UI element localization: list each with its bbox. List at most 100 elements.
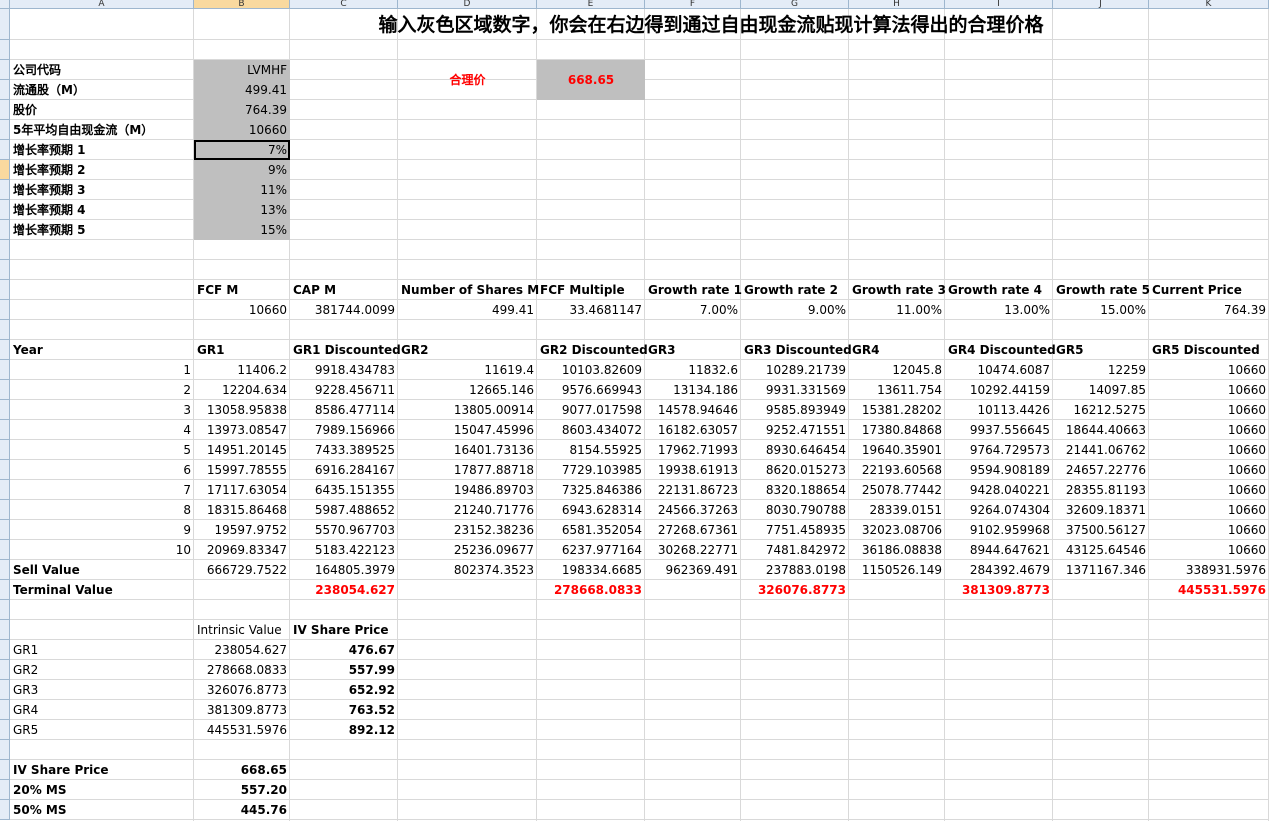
final-label[interactable]: IV Share Price — [10, 760, 194, 780]
table-cell[interactable]: 6 — [10, 460, 194, 480]
iv-row-label[interactable]: GR3 — [10, 680, 194, 700]
iv-value-cell[interactable]: 381309.8773 — [194, 700, 290, 720]
terminal-value-cell[interactable]: 278668.0833 — [537, 580, 645, 600]
table-cell[interactable]: 8603.434072 — [537, 420, 645, 440]
table-cell[interactable]: 9428.040221 — [945, 480, 1053, 500]
table-cell[interactable]: 13058.95838 — [194, 400, 290, 420]
table-cell[interactable]: 16401.73136 — [398, 440, 537, 460]
table-cell[interactable]: 20969.83347 — [194, 540, 290, 560]
table-cell[interactable]: 6916.284167 — [290, 460, 398, 480]
table-cell[interactable]: 9576.669943 — [537, 380, 645, 400]
table-cell[interactable]: 19938.61913 — [645, 460, 741, 480]
table-header[interactable]: GR2 Discounted — [537, 340, 648, 360]
row-header[interactable] — [0, 9, 10, 40]
row-header[interactable] — [0, 140, 10, 160]
input-label[interactable]: 增长率预期 1 — [10, 140, 194, 160]
iv-value-cell[interactable]: 238054.627 — [194, 640, 290, 660]
summary-header[interactable]: Growth rate 2 — [741, 280, 849, 300]
table-cell[interactable]: 6435.151355 — [290, 480, 398, 500]
row-header[interactable] — [0, 160, 10, 180]
table-cell[interactable]: 28355.81193 — [1053, 480, 1149, 500]
table-cell[interactable]: 7751.458935 — [741, 520, 849, 540]
summary-header[interactable]: FCF M — [194, 280, 290, 300]
summary-value[interactable]: 9.00% — [741, 300, 849, 320]
table-cell[interactable]: 19640.35901 — [849, 440, 945, 460]
iv-row-label[interactable]: GR1 — [10, 640, 194, 660]
table-cell[interactable]: 36186.08838 — [849, 540, 945, 560]
input-label[interactable]: 流通股（M） — [10, 80, 194, 100]
table-cell[interactable]: 13611.754 — [849, 380, 945, 400]
summary-value[interactable]: 381744.0099 — [290, 300, 398, 320]
table-cell[interactable]: 4 — [10, 420, 194, 440]
table-cell[interactable]: 10103.82609 — [537, 360, 645, 380]
input-label[interactable]: 增长率预期 3 — [10, 180, 194, 200]
table-cell[interactable]: 10289.21739 — [741, 360, 849, 380]
row-header[interactable] — [0, 480, 10, 500]
table-cell[interactable]: 9264.074304 — [945, 500, 1053, 520]
row-header[interactable] — [0, 380, 10, 400]
row-header[interactable] — [0, 280, 10, 300]
row-header[interactable] — [0, 460, 10, 480]
table-cell[interactable]: 10 — [10, 540, 194, 560]
table-cell[interactable]: 8154.55925 — [537, 440, 645, 460]
table-cell[interactable]: 8944.647621 — [945, 540, 1053, 560]
input-label[interactable]: 5年平均自由现金流（M） — [10, 120, 194, 140]
table-cell[interactable]: 13973.08547 — [194, 420, 290, 440]
summary-header[interactable]: Growth rate 4 — [945, 280, 1053, 300]
row-header[interactable] — [0, 40, 10, 60]
input-value-cell[interactable]: 15% — [194, 220, 290, 240]
column-header-k[interactable]: K — [1149, 0, 1269, 9]
table-header[interactable]: GR4 — [849, 340, 945, 360]
summary-value[interactable]: 7.00% — [645, 300, 741, 320]
sell-value-cell[interactable]: 237883.0198 — [741, 560, 849, 580]
table-header[interactable]: GR2 — [398, 340, 537, 360]
row-header[interactable] — [0, 220, 10, 240]
iv-row-label[interactable]: GR4 — [10, 700, 194, 720]
row-header[interactable] — [0, 600, 10, 620]
table-cell[interactable]: 11406.2 — [194, 360, 290, 380]
input-label[interactable]: 增长率预期 4 — [10, 200, 194, 220]
table-cell[interactable]: 11619.4 — [398, 360, 537, 380]
table-cell[interactable]: 21441.06762 — [1053, 440, 1149, 460]
table-cell[interactable]: 5570.967703 — [290, 520, 398, 540]
row-header[interactable] — [0, 340, 10, 360]
table-cell[interactable]: 21240.71776 — [398, 500, 537, 520]
table-cell[interactable]: 5 — [10, 440, 194, 460]
table-cell[interactable]: 12204.634 — [194, 380, 290, 400]
row-header[interactable] — [0, 720, 10, 740]
row-header[interactable] — [0, 180, 10, 200]
input-value-cell[interactable]: 9% — [194, 160, 290, 180]
input-value-cell[interactable]: 13% — [194, 200, 290, 220]
fair-price-value[interactable]: 668.65 — [537, 60, 645, 100]
column-header-d[interactable]: D — [398, 0, 537, 9]
input-value-cell[interactable]: 10660 — [194, 120, 290, 140]
table-cell[interactable]: 9937.556645 — [945, 420, 1053, 440]
row-header[interactable] — [0, 440, 10, 460]
table-cell[interactable]: 5183.422123 — [290, 540, 398, 560]
iv-share-price-header[interactable]: IV Share Price — [290, 620, 398, 640]
table-cell[interactable]: 27268.67361 — [645, 520, 741, 540]
table-cell[interactable]: 8030.790788 — [741, 500, 849, 520]
table-cell[interactable]: 10292.44159 — [945, 380, 1053, 400]
sell-value-cell[interactable]: 802374.3523 — [398, 560, 537, 580]
row-header[interactable] — [0, 620, 10, 640]
table-cell[interactable]: 15381.28202 — [849, 400, 945, 420]
table-cell[interactable]: 17117.63054 — [194, 480, 290, 500]
sell-value-cell[interactable]: 198334.6685 — [537, 560, 645, 580]
input-value-cell[interactable]: LVMHF — [194, 60, 290, 80]
table-cell[interactable]: 17962.71993 — [645, 440, 741, 460]
table-cell[interactable]: 16182.63057 — [645, 420, 741, 440]
iv-value-cell[interactable]: 278668.0833 — [194, 660, 290, 680]
table-cell[interactable]: 10660 — [1149, 400, 1269, 420]
table-cell[interactable]: 1 — [10, 360, 194, 380]
table-cell[interactable]: 22193.60568 — [849, 460, 945, 480]
table-cell[interactable]: 28339.0151 — [849, 500, 945, 520]
table-cell[interactable]: 18315.86468 — [194, 500, 290, 520]
table-header[interactable]: GR5 — [1053, 340, 1149, 360]
sell-value-cell[interactable]: 338931.5976 — [1149, 560, 1269, 580]
table-header[interactable]: GR4 Discounted — [945, 340, 1056, 360]
table-cell[interactable]: 7325.846386 — [537, 480, 645, 500]
row-header[interactable] — [0, 640, 10, 660]
table-cell[interactable]: 10660 — [1149, 380, 1269, 400]
table-cell[interactable]: 9102.959968 — [945, 520, 1053, 540]
